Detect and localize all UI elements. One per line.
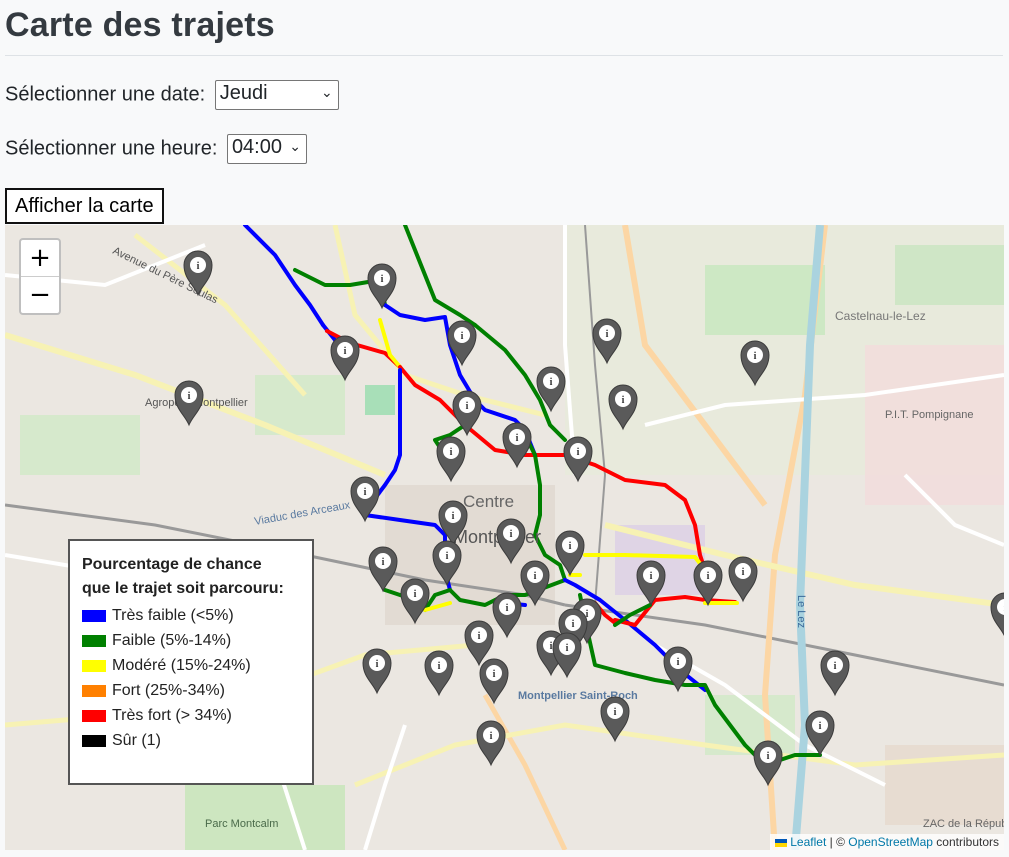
date-label: Sélectionner une date: <box>5 83 206 106</box>
place-label: Castelnau-le-Lez <box>835 309 926 323</box>
svg-text:i: i <box>197 261 200 272</box>
river-label: Le Lez <box>795 595 807 628</box>
legend-swatch <box>82 684 106 697</box>
svg-text:i: i <box>510 529 513 540</box>
svg-text:i: i <box>364 487 367 498</box>
svg-text:i: i <box>516 433 519 444</box>
svg-text:i: i <box>438 661 441 672</box>
svg-text:i: i <box>707 571 710 582</box>
svg-text:i: i <box>452 511 455 522</box>
svg-text:i: i <box>188 391 191 402</box>
svg-text:i: i <box>742 567 745 578</box>
page-title: Carte des trajets <box>5 6 275 44</box>
zoom-in-button[interactable]: + <box>21 240 59 277</box>
date-row: Sélectionner une date: Jeudi ⌄ <box>5 80 339 110</box>
place-label: P.I.T. Pompignane <box>885 409 973 421</box>
legend-swatch <box>82 609 106 622</box>
osm-link[interactable]: OpenStreetMap <box>848 835 933 849</box>
legend-label: Modéré (15%-24%) <box>112 656 251 674</box>
svg-text:i: i <box>550 641 553 652</box>
attribution-suffix: contributors <box>932 835 999 849</box>
svg-text:i: i <box>414 589 417 600</box>
svg-text:i: i <box>622 395 625 406</box>
legend-swatch <box>82 659 106 672</box>
legend-title-line1: Pourcentage de chance <box>82 556 262 573</box>
svg-text:i: i <box>450 447 453 458</box>
svg-text:i: i <box>606 329 609 340</box>
svg-text:i: i <box>534 571 537 582</box>
legend-item: Faible (5%-14%) <box>82 628 300 653</box>
svg-text:i: i <box>461 331 464 342</box>
svg-text:i: i <box>466 401 469 412</box>
svg-text:i: i <box>677 657 680 668</box>
legend-item: Très fort (> 34%) <box>82 703 300 728</box>
zoom-out-button[interactable]: − <box>21 277 59 313</box>
leaflet-link[interactable]: Leaflet <box>790 835 826 849</box>
svg-text:i: i <box>478 631 481 642</box>
svg-text:i: i <box>446 551 449 562</box>
svg-text:i: i <box>767 751 770 762</box>
map-attribution: Leaflet | © OpenStreetMap contributors <box>770 834 1004 850</box>
svg-text:i: i <box>376 659 379 670</box>
map-container[interactable]: Avenue du Père Soulas Agropolis Montpell… <box>5 225 1004 850</box>
svg-text:i: i <box>754 351 757 362</box>
svg-text:i: i <box>566 643 569 654</box>
svg-text:i: i <box>506 603 509 614</box>
legend-label: Faible (5%-14%) <box>112 631 232 649</box>
svg-text:i: i <box>650 571 653 582</box>
svg-text:i: i <box>493 669 496 680</box>
hour-label: Sélectionner une heure: <box>5 137 218 160</box>
legend: Pourcentage de chance que le trajet soit… <box>68 539 314 785</box>
svg-text:i: i <box>577 447 580 458</box>
zoom-control: + − <box>19 238 61 315</box>
svg-text:i: i <box>382 557 385 568</box>
chevron-down-icon: ⌄ <box>320 84 333 100</box>
hour-select[interactable]: 04:00 ⌄ <box>226 134 307 164</box>
svg-text:i: i <box>569 541 572 552</box>
legend-swatch <box>82 709 106 722</box>
legend-title: Pourcentage de chance que le trajet soit… <box>82 553 300 601</box>
title-divider <box>5 55 1003 56</box>
svg-text:i: i <box>381 274 384 285</box>
svg-text:i: i <box>572 619 575 630</box>
legend-swatch <box>82 734 106 747</box>
legend-title-line2: que le trajet soit parcouru: <box>82 580 284 597</box>
attribution-separator: | © <box>826 835 849 849</box>
svg-text:i: i <box>550 377 553 388</box>
svg-text:i: i <box>614 707 617 718</box>
svg-text:i: i <box>490 731 493 742</box>
hour-row: Sélectionner une heure: 04:00 ⌄ <box>5 134 307 164</box>
show-map-button[interactable]: Afficher la carte <box>5 188 164 224</box>
date-select-value: Jeudi <box>219 82 268 104</box>
legend-label: Très fort (> 34%) <box>112 706 232 724</box>
chevron-down-icon: ⌄ <box>289 138 301 154</box>
legend-item: Modéré (15%-24%) <box>82 653 300 678</box>
date-select[interactable]: Jeudi ⌄ <box>214 80 339 110</box>
svg-text:i: i <box>344 346 347 357</box>
legend-label: Sûr (1) <box>112 731 161 749</box>
place-label: Centre <box>463 492 514 511</box>
legend-label: Très faible (<5%) <box>112 606 234 624</box>
place-label: ZAC de la République <box>923 818 1004 830</box>
svg-text:i: i <box>834 661 837 672</box>
legend-swatch <box>82 634 106 647</box>
legend-item: Sûr (1) <box>82 728 300 753</box>
hour-select-value: 04:00 <box>231 136 282 158</box>
svg-text:i: i <box>819 721 822 732</box>
place-label: Parc Montcalm <box>205 818 278 830</box>
legend-item: Très faible (<5%) <box>82 603 300 628</box>
ukraine-flag-icon <box>775 838 788 847</box>
legend-label: Fort (25%-34%) <box>112 681 225 699</box>
legend-item: Fort (25%-34%) <box>82 678 300 703</box>
